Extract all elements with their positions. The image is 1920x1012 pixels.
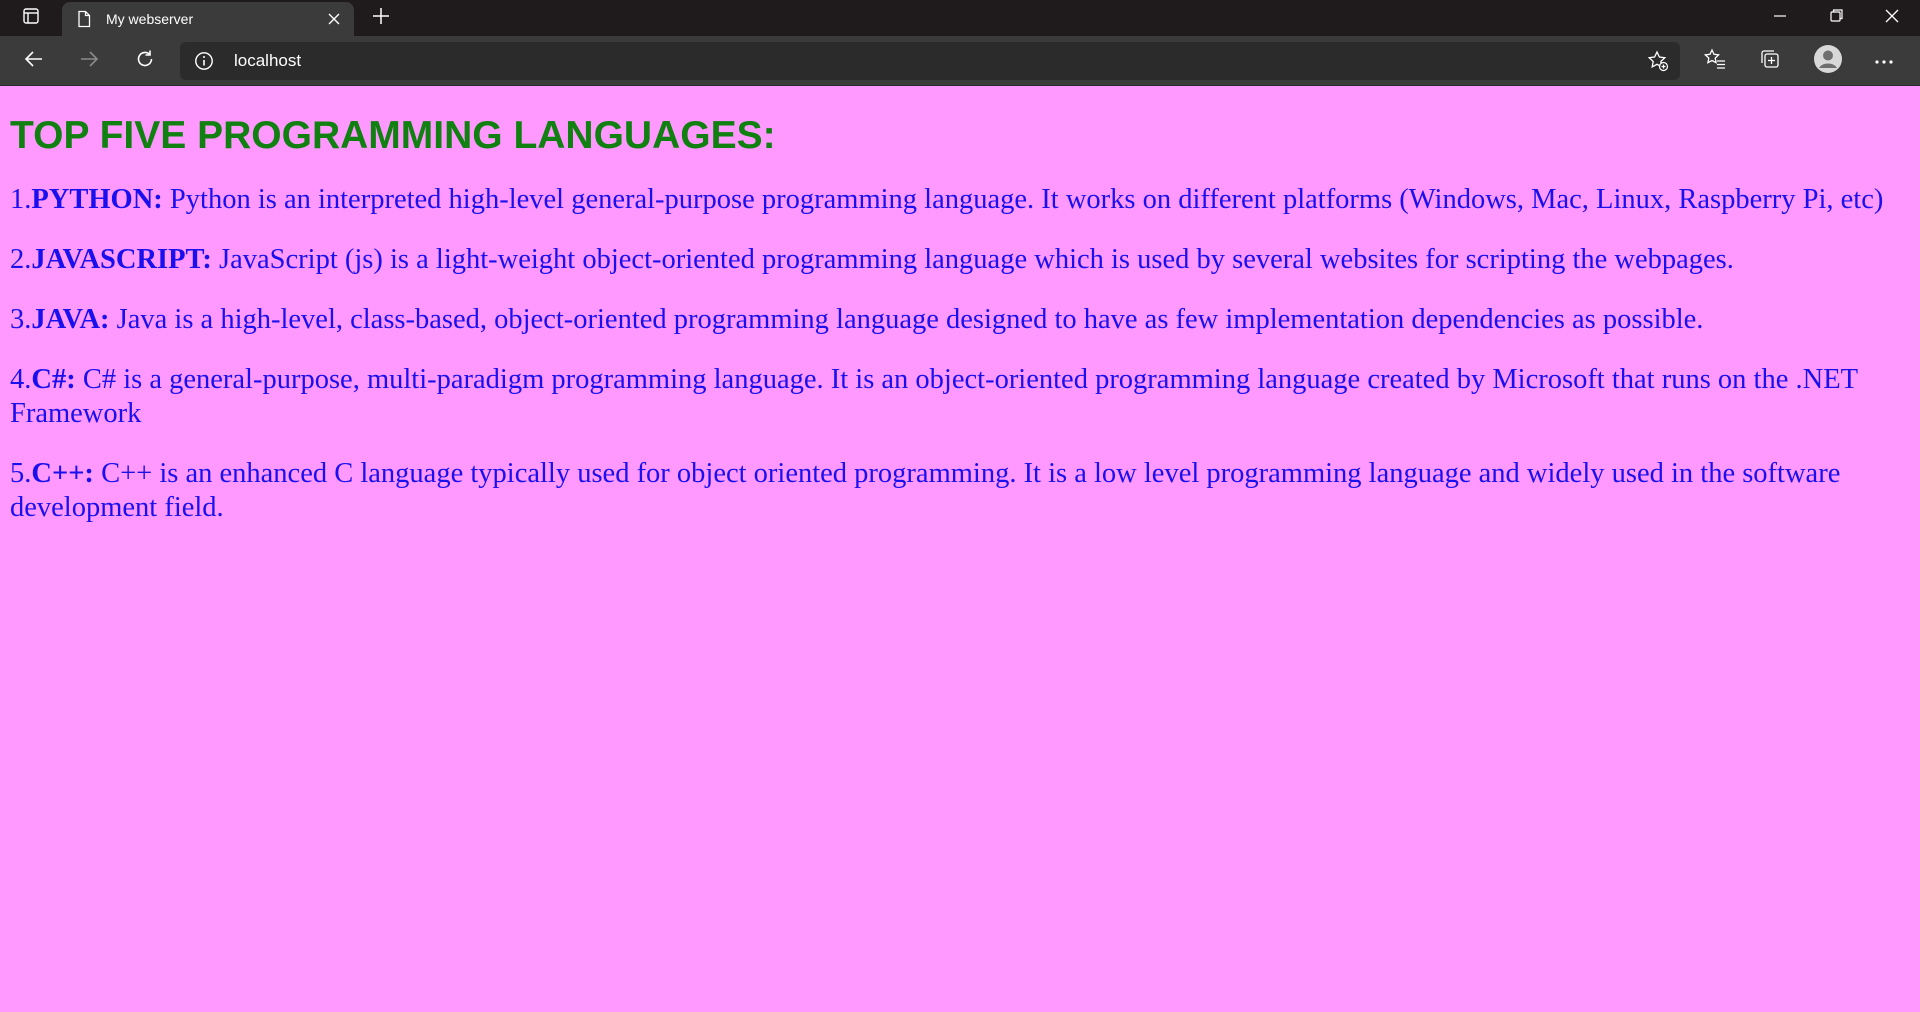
tab-actions-icon xyxy=(22,7,40,30)
language-name: JAVASCRIPT: xyxy=(31,244,212,275)
language-item-csharp: 4.C#: C# is a general-purpose, multi-par… xyxy=(10,363,1910,431)
avatar-icon xyxy=(1813,44,1843,79)
favorites-button[interactable] xyxy=(1697,43,1733,79)
restore-icon xyxy=(1829,9,1843,27)
page-icon xyxy=(74,9,94,29)
refresh-button[interactable] xyxy=(127,43,163,79)
window-controls xyxy=(1752,0,1920,36)
favorites-icon xyxy=(1703,47,1726,75)
language-description: JavaScript (js) is a light-weight object… xyxy=(211,244,1734,275)
minimize-icon xyxy=(1774,9,1786,27)
refresh-icon xyxy=(135,49,155,74)
language-number: 4. xyxy=(10,364,32,395)
tab-actions-button[interactable] xyxy=(0,0,62,36)
language-item-javascript: 2.JAVASCRIPT: JavaScript (js) is a light… xyxy=(10,243,1910,277)
language-number: 2. xyxy=(10,244,32,275)
page-title: TOP FIVE PROGRAMMING LANGUAGES: xyxy=(10,114,776,157)
collections-button[interactable] xyxy=(1752,43,1788,79)
back-arrow-icon xyxy=(24,49,44,74)
language-item-cpp: 5.C++: C++ is an enhanced C language typ… xyxy=(10,457,1910,525)
language-number: 1. xyxy=(10,184,32,215)
forward-arrow-icon xyxy=(79,49,99,74)
language-item-python: 1.PYTHON: Python is an interpreted high-… xyxy=(10,183,1910,217)
profile-button[interactable] xyxy=(1809,43,1847,79)
window-close-button[interactable] xyxy=(1864,0,1920,36)
browser-titlebar: My webserver xyxy=(0,0,1920,36)
language-name: PYTHON: xyxy=(31,184,163,215)
language-description: Python is an interpreted high-level gene… xyxy=(162,184,1884,215)
web-page: TOP FIVE PROGRAMMING LANGUAGES: 1.PYTHON… xyxy=(0,87,1920,1012)
language-number: 5. xyxy=(10,458,32,489)
window-close-icon xyxy=(1885,9,1899,28)
browser-tab-active[interactable]: My webserver xyxy=(62,2,354,36)
more-icon xyxy=(1874,52,1894,70)
language-description: C++ is an enhanced C language typically … xyxy=(10,458,1841,523)
language-description: C# is a general-purpose, multi-paradigm … xyxy=(10,364,1858,429)
language-item-java: 3.JAVA: Java is a high-level, class-base… xyxy=(10,303,1910,337)
language-number: 3. xyxy=(10,304,32,335)
tab-title: My webserver xyxy=(106,11,194,27)
plus-icon xyxy=(372,7,390,30)
back-button[interactable] xyxy=(16,43,52,79)
language-name: C++: xyxy=(31,458,94,489)
url-text[interactable]: localhost xyxy=(234,42,301,80)
minimize-button[interactable] xyxy=(1752,0,1808,36)
more-button[interactable] xyxy=(1866,43,1902,79)
address-bar[interactable]: localhost xyxy=(180,42,1680,80)
language-name: C#: xyxy=(31,364,76,395)
info-icon[interactable] xyxy=(194,51,214,71)
new-tab-button[interactable] xyxy=(366,4,396,32)
star-add-icon[interactable] xyxy=(1642,45,1674,77)
close-icon[interactable] xyxy=(320,5,348,33)
forward-button[interactable] xyxy=(71,43,107,79)
language-name: JAVA: xyxy=(31,304,110,335)
collections-icon xyxy=(1759,48,1781,75)
restore-button[interactable] xyxy=(1808,0,1864,36)
language-description: Java is a high-level, class-based, objec… xyxy=(109,304,1704,335)
browser-toolbar: localhost xyxy=(0,36,1920,86)
